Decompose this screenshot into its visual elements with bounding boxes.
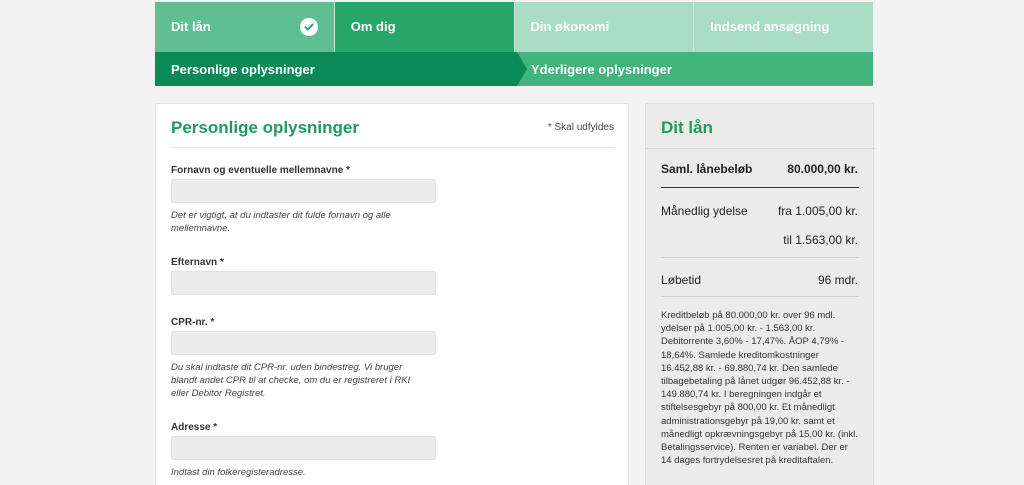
cpr-input[interactable] <box>171 331 436 355</box>
monthly-payment-from: fra 1.005,00 kr. <box>777 204 858 218</box>
form-header: Personlige oplysninger * Skal udfyldes <box>171 104 614 148</box>
form-title: Personlige oplysninger <box>171 118 359 137</box>
first-name-input[interactable] <box>171 179 436 203</box>
monthly-payment-to: til 1.563,00 kr. <box>783 233 858 247</box>
loan-legal-description: Kreditbeløb på 80.000,00 kr. over 96 mdl… <box>661 310 858 467</box>
required-note: * Skal udfyldes <box>547 122 614 133</box>
first-name-label: Fornavn og eventuelle mellemnavne * <box>171 165 350 176</box>
step-label: Dit lån <box>171 19 211 34</box>
step-label: Om dig <box>350 19 396 34</box>
substep-personlige-oplysninger[interactable]: Personlige oplysninger <box>155 52 527 86</box>
divider <box>646 148 875 149</box>
divider <box>661 296 859 297</box>
address-label: Adresse * <box>171 422 218 433</box>
step-label: Indsend ansøgning <box>710 19 830 34</box>
first-name-help: Det er vigtigt, at du indtaster dit fuld… <box>171 210 391 234</box>
loan-summary: Dit lån Saml. lånebeløb 80.000,00 kr. Må… <box>645 103 875 485</box>
total-amount-value: 80.000,00 kr. <box>787 162 858 176</box>
personal-info-form: Personlige oplysninger * Skal udfyldes F… <box>155 103 629 485</box>
cpr-label: CPR-nr. * <box>171 317 215 328</box>
substeps-bar: Personlige oplysninger Yderligere oplysn… <box>155 52 873 86</box>
step-label: Din økonomi <box>530 19 610 34</box>
term-value: 96 mdr. <box>817 273 858 287</box>
substep-yderligere-oplysninger[interactable]: Yderligere oplysninger <box>517 52 672 86</box>
check-icon <box>299 18 318 36</box>
step-din-okonomi[interactable]: Din økonomi <box>514 2 695 52</box>
last-name-input[interactable] <box>171 271 436 295</box>
divider <box>661 187 859 188</box>
divider <box>661 257 859 258</box>
step-dit-lan[interactable]: Dit lån <box>155 2 335 52</box>
step-indsend-ansogning[interactable]: Indsend ansøgning <box>694 2 873 52</box>
monthly-payment-label: Månedlig ydelse <box>661 204 748 218</box>
cpr-help: Du skal indtaste dit CPR-nr. uden bindes… <box>171 362 411 399</box>
step-om-dig[interactable]: Om dig <box>334 2 515 52</box>
address-input[interactable] <box>171 436 436 460</box>
substep-label: Personlige oplysninger <box>171 62 315 77</box>
progress-steps: Dit lån Om dig Din økonomi Indsend ansøg… <box>155 2 873 52</box>
substep-label: Yderligere oplysninger <box>531 62 672 77</box>
loan-title: Dit lån <box>661 118 713 137</box>
total-amount-label: Saml. lånebeløb <box>661 162 753 176</box>
term-label: Løbetid <box>661 273 702 287</box>
last-name-label: Efternavn * <box>171 257 224 268</box>
address-help: Indtast din folkeregisteradresse. <box>171 467 306 478</box>
